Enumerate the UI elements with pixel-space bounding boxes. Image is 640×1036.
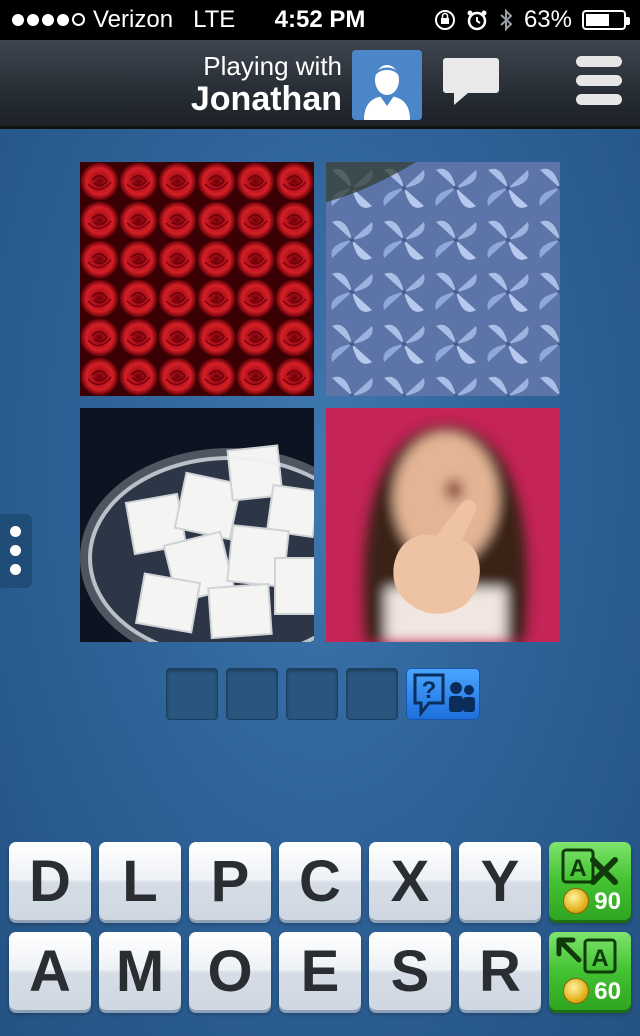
menu-icon[interactable] — [576, 56, 622, 113]
letter-key[interactable]: E — [279, 932, 361, 1010]
svg-text:A: A — [569, 855, 586, 882]
remove-letters-icon: A — [561, 848, 618, 885]
svg-text:?: ? — [422, 677, 437, 704]
answer-slot-4[interactable] — [346, 668, 398, 720]
battery-icon — [582, 10, 630, 30]
remove-letters-button[interactable]: A 90 — [549, 842, 631, 920]
letter-key[interactable]: O — [189, 932, 271, 1010]
rotation-lock-icon — [434, 10, 455, 30]
letter-key[interactable]: R — [459, 932, 541, 1010]
side-drawer-handle[interactable] — [0, 514, 32, 588]
letter-key[interactable]: D — [9, 842, 91, 920]
opponent-name: Jonathan — [190, 80, 342, 118]
remove-letters-cost: 90 — [594, 888, 621, 915]
ask-friends-button[interactable]: ? — [406, 668, 480, 720]
reveal-letter-button[interactable]: A 60 — [549, 932, 631, 1010]
coin-icon — [563, 978, 589, 1004]
reveal-letter-icon: A — [556, 937, 617, 974]
svg-text:A: A — [591, 945, 608, 972]
letter-key[interactable]: P — [189, 842, 271, 920]
answer-slot-1[interactable] — [166, 668, 218, 720]
letter-key[interactable]: A — [9, 932, 91, 1010]
roses-image — [80, 162, 314, 396]
letter-key[interactable]: L — [99, 842, 181, 920]
status-icons: 63% — [434, 6, 630, 34]
coin-icon — [563, 888, 589, 914]
opponent-info: Playing with Jonathan — [191, 52, 342, 118]
hydrangea-image — [326, 162, 560, 396]
answer-slot-3[interactable] — [286, 668, 338, 720]
avatar-icon[interactable] — [352, 50, 422, 120]
reveal-letter-cost: 60 — [594, 978, 621, 1005]
pointing-image — [326, 408, 560, 642]
letter-key[interactable]: X — [369, 842, 451, 920]
letter-key[interactable]: M — [99, 932, 181, 1010]
playing-with-label: Playing with — [203, 51, 342, 81]
bluetooth-icon — [500, 8, 513, 32]
sugar-image — [80, 408, 314, 642]
ask-friends-icon: ? — [413, 673, 475, 718]
letter-key[interactable]: Y — [459, 842, 541, 920]
battery-percent: 63% — [523, 6, 572, 33]
chat-icon[interactable] — [442, 56, 500, 113]
alarm-icon — [467, 10, 487, 31]
game-header: Playing with Jonathan — [0, 40, 640, 129]
letter-key[interactable]: C — [279, 842, 361, 920]
status-bar: Verizon LTE 4:52 PM 63% — [0, 0, 640, 40]
answer-slot-2[interactable] — [226, 668, 278, 720]
letter-key[interactable]: S — [369, 932, 451, 1010]
